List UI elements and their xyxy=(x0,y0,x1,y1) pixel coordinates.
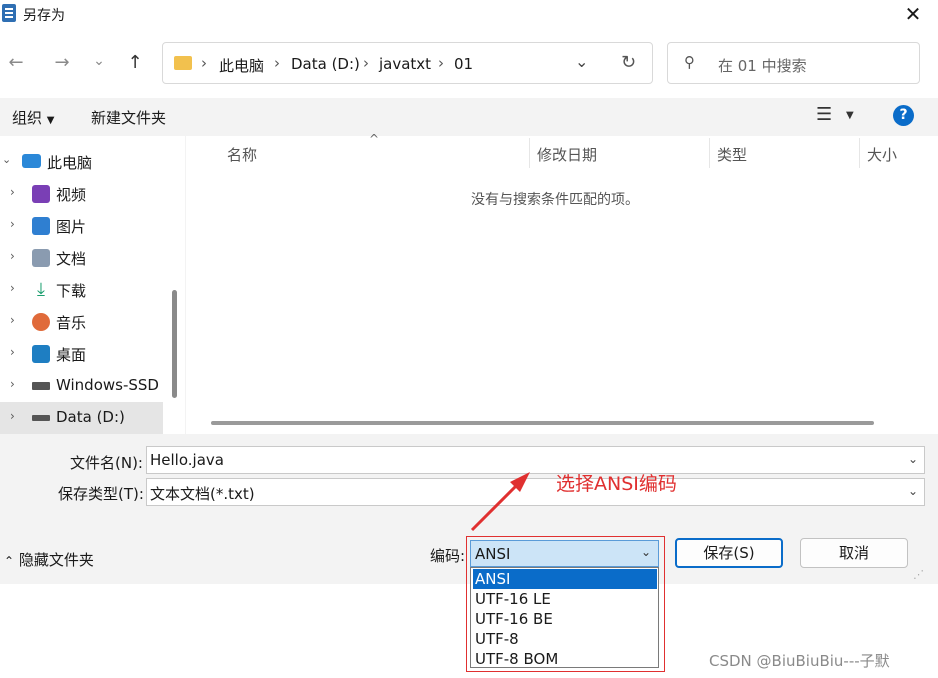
sort-ascending-icon: ^ xyxy=(369,132,380,146)
chevron-right-icon[interactable]: › xyxy=(10,249,15,263)
filename-label: 文件名(N): xyxy=(70,454,143,472)
tree-item-label: 文档 xyxy=(56,250,87,268)
column-header-size[interactable]: 大小 xyxy=(867,144,897,165)
column-header-modified[interactable]: 修改日期 xyxy=(537,144,597,165)
chevron-down-icon[interactable]: ⌄ xyxy=(2,153,11,166)
chevron-down-icon[interactable]: ⌄ xyxy=(908,452,918,466)
chevron-right-icon: › xyxy=(274,54,280,72)
desktop-icon xyxy=(32,345,50,363)
column-divider[interactable] xyxy=(859,138,860,168)
chevron-right-icon[interactable]: › xyxy=(10,217,15,231)
filetype-value: 文本文档(*.txt) xyxy=(150,485,255,503)
drive-icon xyxy=(32,415,50,421)
chevron-right-icon[interactable]: › xyxy=(10,185,15,199)
folder-icon xyxy=(174,56,192,70)
tree-item-label: 下载 xyxy=(56,282,87,300)
tree-item-windows-ssd[interactable]: › Windows-SSD ( xyxy=(0,370,165,402)
save-button[interactable]: 保存(S) xyxy=(675,538,783,568)
tree-item-documents[interactable]: › 文档 xyxy=(0,242,165,274)
search-input[interactable]: 在 01 中搜索 xyxy=(718,55,807,76)
notepad-icon xyxy=(2,4,16,22)
new-folder-button[interactable]: 新建文件夹 xyxy=(91,107,166,128)
chevron-right-icon[interactable]: › xyxy=(10,281,15,295)
file-list: ^ 名称 修改日期 类型 大小 没有与搜索条件匹配的项。 xyxy=(186,132,938,434)
breadcrumb-this-pc[interactable]: 此电脑 xyxy=(219,55,264,76)
hide-folders-toggle[interactable]: ⌃ 隐藏文件夹 xyxy=(4,549,94,570)
tree-item-label: 视频 xyxy=(56,186,87,204)
chevron-right-icon[interactable]: › xyxy=(10,409,15,423)
watermark: CSDN @BiuBiuBiu---子默 xyxy=(709,652,890,670)
chevron-right-icon: › xyxy=(438,54,444,72)
music-icon xyxy=(32,313,50,331)
annotation-highlight-box xyxy=(466,536,665,672)
picture-icon xyxy=(32,217,50,235)
download-icon: ⤓ xyxy=(37,279,45,300)
annotation-arrow-icon xyxy=(470,472,530,532)
column-header-type[interactable]: 类型 xyxy=(717,144,747,165)
chevron-down-icon[interactable]: ⌄ xyxy=(575,52,588,71)
horizontal-scrollbar[interactable] xyxy=(211,421,874,425)
view-menu-icon[interactable]: ☰ xyxy=(816,104,832,125)
column-header-name[interactable]: 名称 xyxy=(227,144,257,165)
search-box[interactable]: ⚲ 在 01 中搜索 xyxy=(667,42,920,84)
address-bar[interactable]: › 此电脑 › Data (D:) › javatxt › 01 ⌄ ↻ xyxy=(162,42,653,84)
chevron-up-icon: ⌃ xyxy=(4,554,15,568)
window-title: 另存为 xyxy=(23,8,65,24)
search-icon: ⚲ xyxy=(684,53,695,71)
help-icon[interactable]: ? xyxy=(893,105,914,126)
breadcrumb-data-d[interactable]: Data (D:) xyxy=(291,55,360,73)
navigation-pane: ⌄ 此电脑 › 视频 › 图片 › 文档 › ⤓ 下载 › 音乐 › 桌面 › … xyxy=(0,136,185,434)
tree-item-desktop[interactable]: › 桌面 xyxy=(0,338,165,370)
chevron-right-icon: › xyxy=(201,54,207,72)
forward-button[interactable]: → xyxy=(49,50,75,76)
column-divider[interactable] xyxy=(709,138,710,168)
computer-icon xyxy=(22,154,41,168)
vertical-scrollbar[interactable] xyxy=(172,290,177,398)
annotation-text: 选择ANSI编码 xyxy=(556,473,677,495)
chevron-right-icon[interactable]: › xyxy=(10,313,15,327)
up-button[interactable]: ↑ xyxy=(122,50,148,76)
organize-label: 组织 xyxy=(12,109,43,127)
column-divider[interactable] xyxy=(529,138,530,168)
tree-item-label: 此电脑 xyxy=(47,154,93,172)
caret-down-icon[interactable]: ▼ xyxy=(846,110,854,121)
tree-item-label: Data (D:) xyxy=(56,408,125,426)
cancel-button[interactable]: 取消 xyxy=(800,538,908,568)
drive-icon xyxy=(32,382,50,390)
title-bar: 另存为 ✕ xyxy=(0,0,938,30)
filename-value: Hello.java xyxy=(150,451,224,469)
tree-item-this-pc[interactable]: ⌄ 此电脑 xyxy=(0,146,165,178)
chevron-right-icon: › xyxy=(363,54,369,72)
tree-item-label: Windows-SSD ( xyxy=(56,376,165,394)
breadcrumb-01[interactable]: 01 xyxy=(454,55,473,73)
tree-item-data-d[interactable]: › Data (D:) xyxy=(0,402,163,434)
organize-button[interactable]: 组织 ▼ xyxy=(12,107,55,128)
hide-folders-label: 隐藏文件夹 xyxy=(18,551,94,569)
tree-item-label: 图片 xyxy=(56,218,87,236)
recent-locations-button[interactable]: ⌄ xyxy=(86,48,112,74)
breadcrumb-javatxt[interactable]: javatxt xyxy=(379,55,431,73)
back-button[interactable]: ← xyxy=(3,50,29,76)
close-button[interactable]: ✕ xyxy=(898,0,928,30)
encoding-label: 编码: xyxy=(430,547,466,565)
tree-item-label: 桌面 xyxy=(56,346,87,364)
chevron-right-icon[interactable]: › xyxy=(10,345,15,359)
tree-item-music[interactable]: › 音乐 xyxy=(0,306,165,338)
tree-item-videos[interactable]: › 视频 xyxy=(0,178,165,210)
tree-item-label: 音乐 xyxy=(56,314,87,332)
tree-item-downloads[interactable]: › ⤓ 下载 xyxy=(0,274,165,306)
caret-down-icon: ▼ xyxy=(46,115,55,126)
refresh-icon[interactable]: ↻ xyxy=(621,52,636,73)
video-icon xyxy=(32,185,50,203)
command-bar: 组织 ▼ 新建文件夹 ☰ ▼ ? xyxy=(0,98,938,136)
chevron-down-icon[interactable]: ⌄ xyxy=(908,484,918,498)
document-icon xyxy=(32,249,50,267)
filetype-label: 保存类型(T): xyxy=(58,485,144,503)
resize-grip-icon[interactable]: ⋰ xyxy=(913,568,924,581)
tree-item-pictures[interactable]: › 图片 xyxy=(0,210,165,242)
empty-message: 没有与搜索条件匹配的项。 xyxy=(471,192,639,208)
chevron-right-icon[interactable]: › xyxy=(10,377,15,391)
